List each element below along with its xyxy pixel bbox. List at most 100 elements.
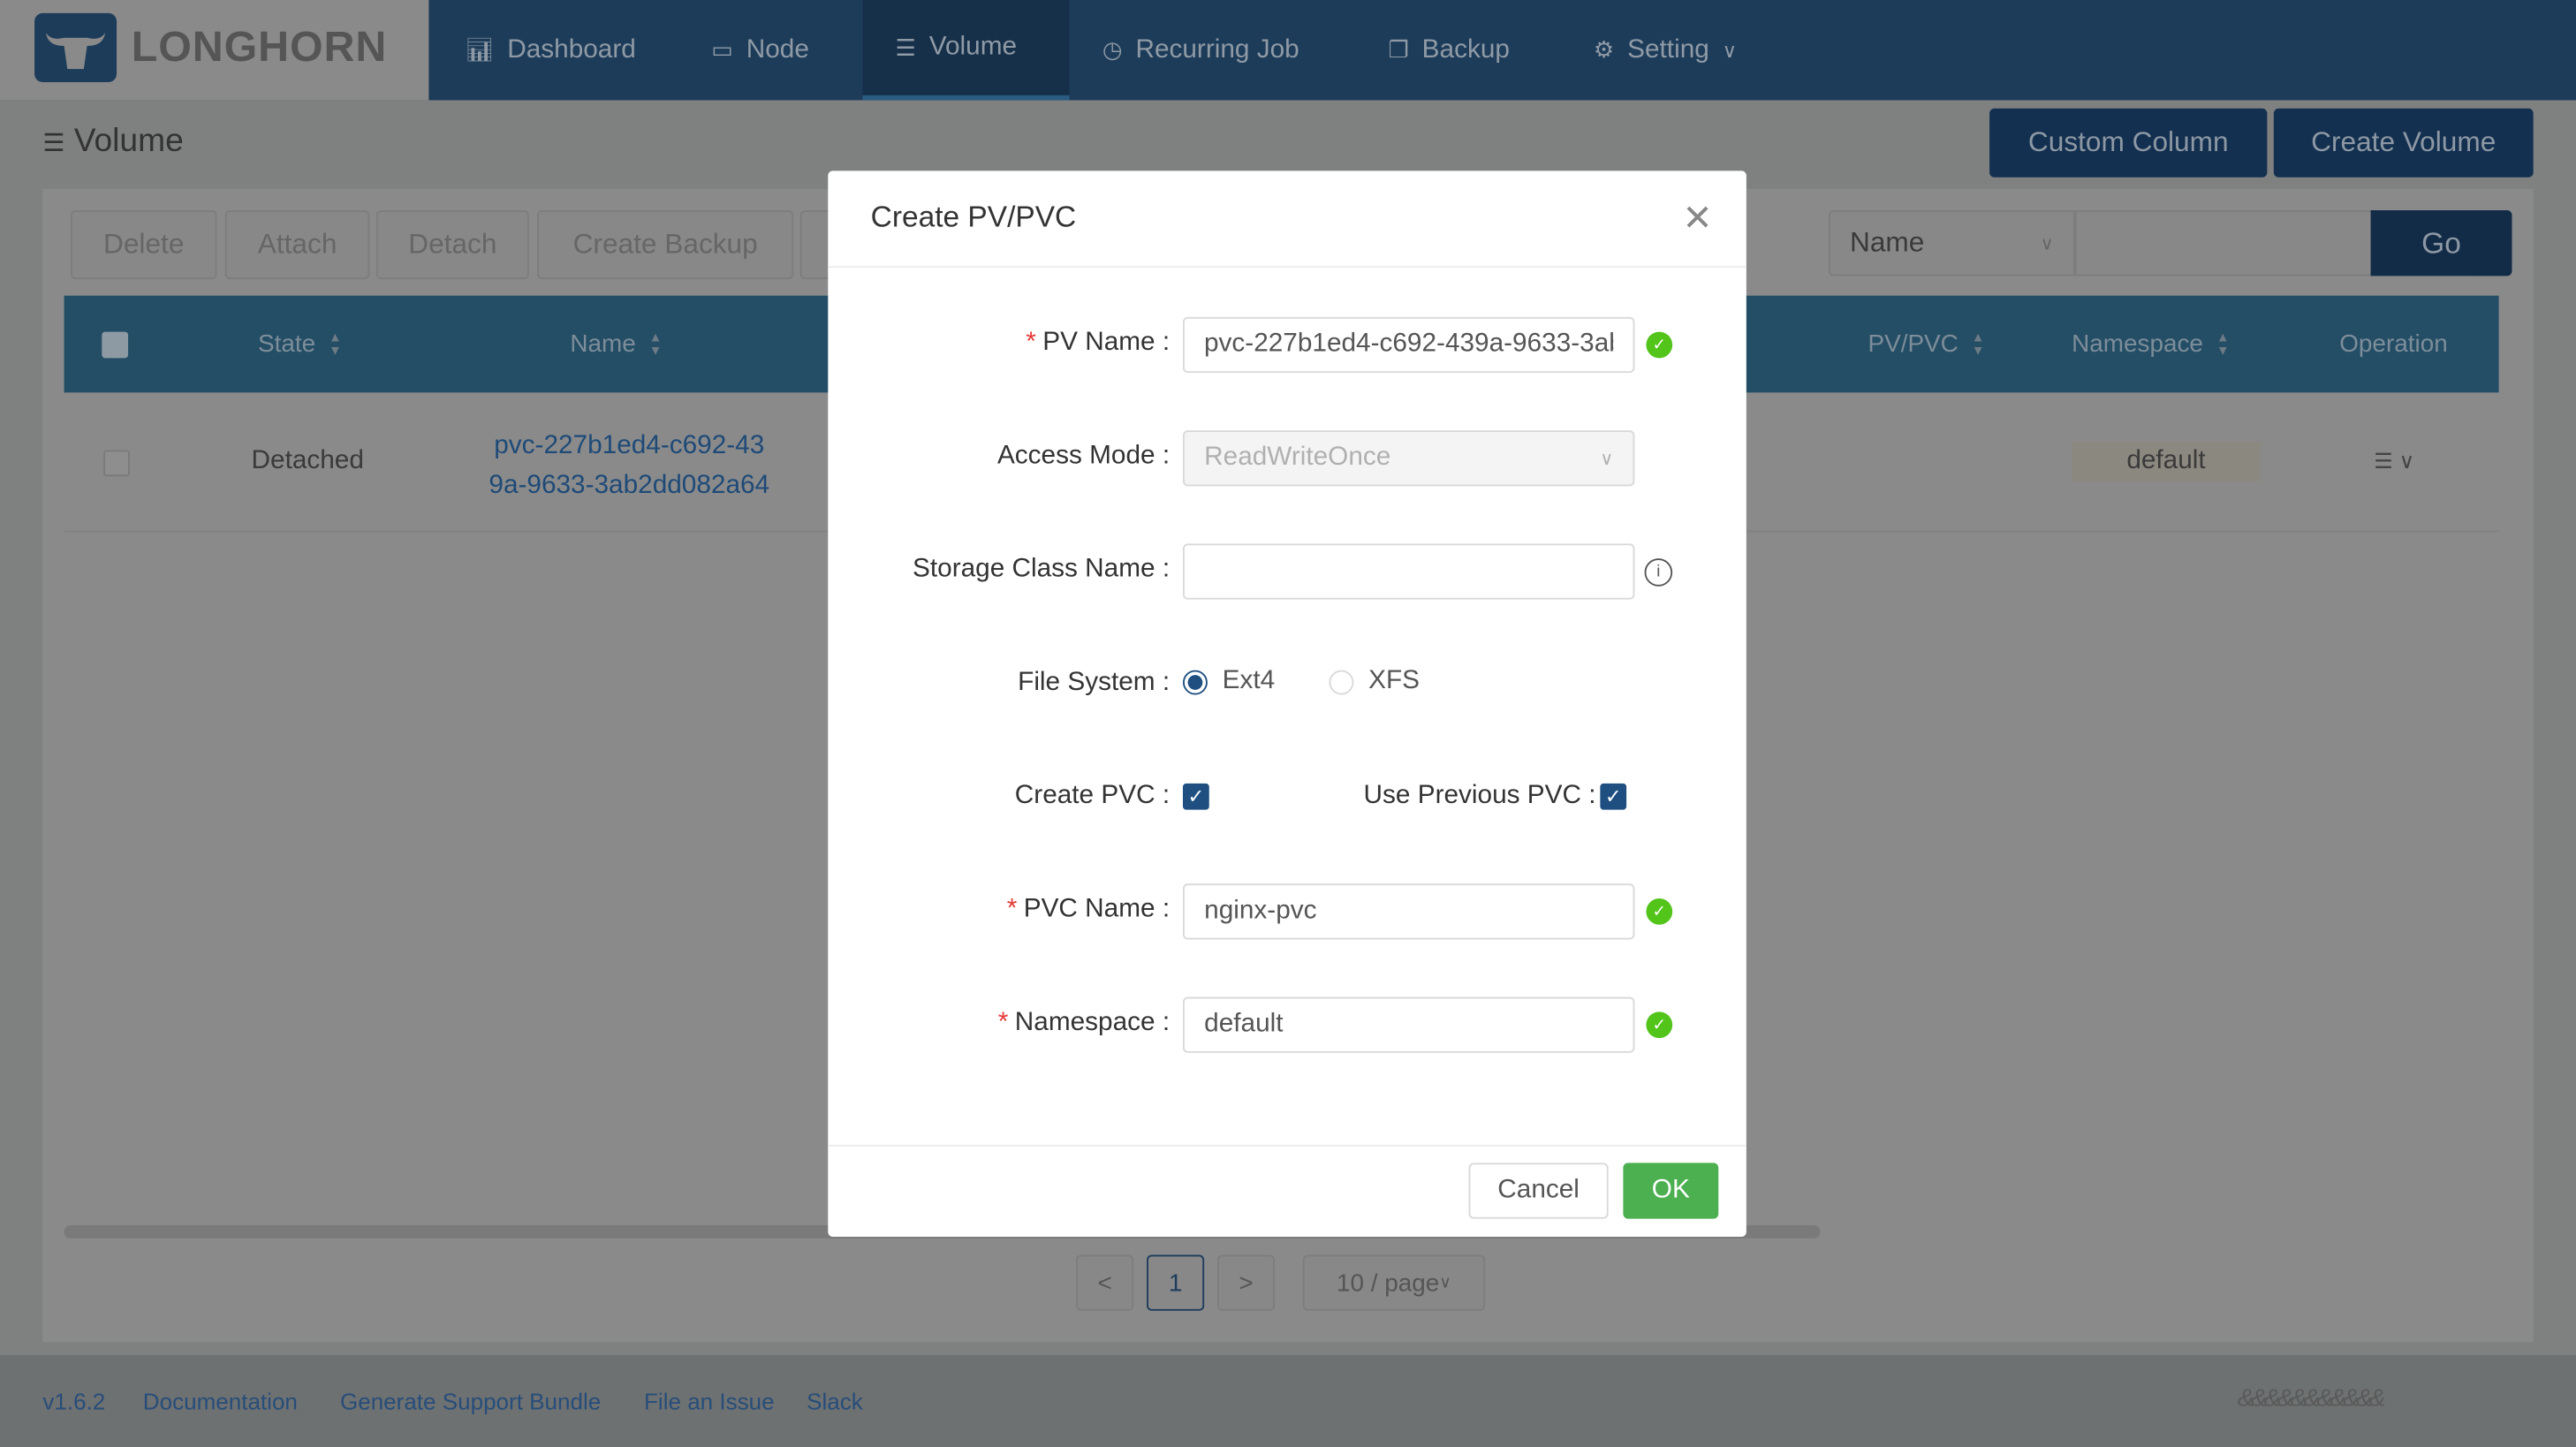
label-text: Storage Class Name — [913, 555, 1155, 584]
search-field-value: Name — [1850, 226, 1925, 258]
page-size-select[interactable]: 10 / page ∨ — [1302, 1254, 1486, 1311]
storage-class-label: Storage Class Name : — [913, 555, 1171, 584]
custom-column-button[interactable]: Custom Column — [1989, 108, 2268, 178]
slack-link[interactable]: Slack — [807, 1388, 863, 1414]
nav-node[interactable]: ▭ Node — [678, 0, 862, 100]
nav-recurring-job[interactable]: ◷ Recurring Job — [1070, 0, 1352, 100]
page-title: ☰ Volume — [42, 123, 183, 161]
operation-menu-icon[interactable]: ☰ ∨ — [2374, 449, 2414, 475]
sort-icon: ▲ ▼ — [328, 329, 342, 358]
search-field-select[interactable]: Name ∨ — [1828, 209, 2075, 277]
row-state: Detached — [251, 446, 364, 475]
cancel-button[interactable]: Cancel — [1468, 1163, 1609, 1219]
nav-volume[interactable]: ☰ Volume — [862, 0, 1070, 101]
database-icon: ☰ — [42, 129, 65, 158]
storage-class-input[interactable] — [1182, 543, 1635, 600]
support-bundle-link[interactable]: Generate Support Bundle — [340, 1388, 601, 1414]
label-text: File System — [1018, 668, 1155, 697]
page-title-text: Volume — [73, 123, 184, 160]
bar-chart-icon: 📊︎ — [465, 35, 495, 63]
laptop-icon: ▭ — [711, 35, 733, 63]
detach-button[interactable]: Detach — [375, 209, 529, 280]
create-pvc-checkbox[interactable]: ✓ — [1182, 783, 1209, 810]
documentation-link[interactable]: Documentation — [143, 1388, 298, 1414]
file-issue-link[interactable]: File an Issue — [644, 1388, 775, 1414]
check-circle-icon: ✓ — [1646, 1011, 1673, 1039]
column-operation: Operation — [2339, 296, 2448, 393]
use-previous-pvc-checkbox[interactable]: ✓ — [1600, 783, 1627, 810]
column-state[interactable]: State ▲ ▼ — [258, 296, 342, 393]
page-size-value: 10 / page — [1336, 1269, 1440, 1297]
nav-backup[interactable]: ❐ Backup — [1355, 0, 1559, 100]
file-system-label: File System : — [1018, 668, 1171, 697]
pvc-name-label: * PVC Name : — [1006, 895, 1171, 923]
prev-page-button[interactable]: < — [1076, 1254, 1134, 1311]
nav-label: Recurring Job — [1135, 34, 1299, 64]
nav-label: Dashboard — [507, 34, 636, 64]
check-circle-icon: ✓ — [1646, 898, 1673, 925]
xfs-radio[interactable] — [1329, 669, 1354, 694]
select-all-checkbox[interactable] — [102, 330, 129, 358]
version-link[interactable]: v1.6.2 — [42, 1388, 105, 1414]
row-name-link[interactable]: pvc-227b1ed4-c692-43 9a-9633-3ab2dd082a64 — [474, 427, 784, 505]
pv-name-label: * PV Name : — [1026, 328, 1171, 357]
create-pvc-label: Create PVC : — [1014, 782, 1171, 810]
column-name[interactable]: Name ▲ ▼ — [570, 296, 662, 393]
create-backup-button[interactable]: Create Backup — [537, 209, 794, 280]
column-label: PV/PVC — [1868, 330, 1959, 359]
modal-header-divider — [828, 266, 1746, 269]
column-label: Name — [570, 330, 636, 359]
pvc-name-input[interactable] — [1182, 883, 1635, 940]
chevron-down-icon: ∨ — [1600, 449, 1614, 469]
attach-button[interactable]: Attach — [224, 209, 370, 280]
label-text: Create PVC — [1014, 782, 1155, 810]
logo-area[interactable]: LONGHORN — [0, 0, 429, 101]
delete-button[interactable]: Delete — [70, 209, 217, 280]
nav-setting[interactable]: ⚙ Setting ∨ — [1561, 0, 1775, 100]
sort-icon: ▲ ▼ — [1971, 329, 1985, 358]
longhorn-logo-icon — [34, 12, 117, 82]
sort-icon: ▲ ▼ — [2216, 329, 2230, 358]
modal-title: Create PV/PVC — [870, 200, 1077, 234]
search-input[interactable] — [2074, 209, 2373, 277]
info-icon[interactable]: i — [1644, 558, 1673, 587]
ext4-label: Ext4 — [1222, 666, 1276, 695]
page-1-button[interactable]: 1 — [1147, 1254, 1205, 1311]
database-icon: ☰ — [895, 34, 916, 60]
row-checkbox[interactable] — [103, 450, 130, 477]
nav-label: Backup — [1421, 34, 1510, 64]
name-line: 9a-9633-3ab2dd082a64 — [489, 471, 770, 500]
next-page-button[interactable]: > — [1217, 1254, 1276, 1311]
check-circle-icon: ✓ — [1646, 331, 1673, 359]
chevron-down-icon: ∨ — [2040, 233, 2054, 254]
app: LONGHORN 📊︎ Dashboard ▭ Node ☰ Volume ◷ Recu… — [0, 0, 2576, 1447]
nav-dashboard[interactable]: 📊︎ Dashboard — [432, 0, 675, 100]
column-pvpvc[interactable]: PV/PVC ▲ ▼ — [1868, 296, 1984, 393]
label-text: Namespace — [1014, 1008, 1155, 1037]
column-label: Operation — [2339, 330, 2448, 359]
column-namespace[interactable]: Namespace ▲ ▼ — [2072, 296, 2229, 393]
ext4-radio[interactable] — [1182, 669, 1208, 694]
nav-label: Volume — [928, 33, 1018, 61]
xfs-label: XFS — [1368, 666, 1421, 695]
create-volume-button[interactable]: Create Volume — [2273, 108, 2534, 178]
chain-link-decoration-icon: &&&&&&&&&&& — [2237, 1384, 2385, 1413]
close-icon[interactable]: ✕ — [1682, 197, 1712, 239]
modal-footer-divider — [828, 1144, 1746, 1147]
chevron-down-icon: ∨ — [1439, 1273, 1451, 1292]
name-line: pvc-227b1ed4-c692-43 — [494, 431, 765, 460]
copy-icon: ❐ — [1388, 35, 1409, 63]
access-mode-label: Access Mode : — [996, 442, 1171, 470]
namespace-input[interactable] — [1182, 996, 1635, 1053]
ok-button[interactable]: OK — [1623, 1163, 1719, 1219]
clock-icon: ◷ — [1102, 35, 1123, 63]
nav-label: Setting — [1627, 34, 1709, 64]
pv-name-input[interactable] — [1182, 316, 1635, 374]
access-mode-value: ReadWriteOnce — [1204, 443, 1391, 472]
chevron-down-icon: ∨ — [1722, 38, 1738, 62]
use-previous-pvc-label: Use Previous PVC : — [1363, 782, 1596, 810]
brand-name: LONGHORN — [131, 21, 388, 71]
nav-label: Node — [746, 34, 809, 64]
namespace-label: * Namespace : — [997, 1008, 1171, 1037]
go-button[interactable]: Go — [2370, 209, 2512, 277]
